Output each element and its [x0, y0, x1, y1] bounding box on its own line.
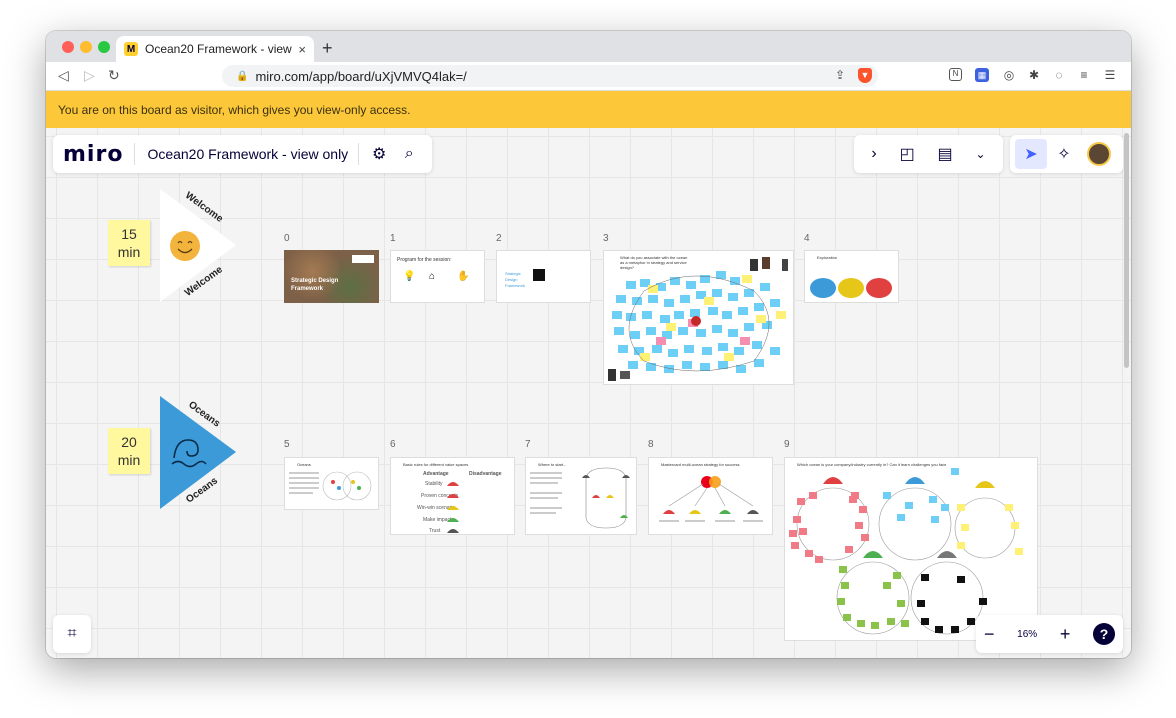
timer-sticky-welcome[interactable]: 15 min: [108, 220, 150, 266]
maximize-window-button[interactable]: [98, 41, 110, 53]
board-tools-panel: › ◰ ▤ ⌄: [854, 135, 1003, 173]
notion-extension-icon[interactable]: N: [949, 68, 962, 81]
zoom-level[interactable]: 16%: [1017, 629, 1037, 640]
chevron-double-down-icon[interactable]: ⌄: [975, 147, 985, 161]
forward-icon[interactable]: ▷: [84, 67, 95, 84]
frame-3[interactable]: What do you associate with the ocean as …: [603, 250, 794, 385]
frame-7[interactable]: Where to start...: [525, 457, 637, 535]
url-text: miro.com/app/board/uXjVMVQ4lak=/: [255, 68, 467, 84]
frame-9[interactable]: Which ocean is your company/industry cur…: [784, 457, 1038, 641]
share-icon[interactable]: ⇪: [832, 68, 848, 84]
cursor-icon[interactable]: ➤: [1015, 139, 1047, 169]
framework-image: [533, 269, 545, 281]
board-name[interactable]: Ocean20 Framework - view only: [147, 146, 348, 162]
frame-1[interactable]: Program for the session: 💡 ⌂ ✋: [390, 250, 485, 303]
frame-2[interactable]: Strategic Design Framework: [496, 250, 591, 303]
ocean-association-notes: [608, 257, 788, 381]
frame-title: Strategic Design Framework: [505, 271, 526, 288]
privacy-extension-icon[interactable]: ◎: [1001, 68, 1017, 84]
divider: [134, 143, 136, 165]
collab-panel: ➤ ✧: [1010, 135, 1123, 173]
extensions-puzzle-icon[interactable]: ✱: [1026, 68, 1042, 84]
frame-index: 7: [525, 439, 531, 450]
frame-8[interactable]: Mastercard multi-ocean strategy for succ…: [648, 457, 773, 535]
logo-badge: [352, 255, 374, 263]
frame-index: 5: [284, 439, 290, 450]
frame-index: 2: [496, 233, 502, 244]
close-window-button[interactable]: [62, 41, 74, 53]
column-header: Advantage: [423, 471, 449, 477]
zoom-controls: − 16% + ?: [976, 615, 1123, 653]
row-label: Trust: [429, 528, 441, 534]
frame-index: 8: [648, 439, 654, 450]
minutes-unit: min: [117, 244, 141, 260]
brave-shield-icon[interactable]: ▼: [858, 68, 872, 83]
frame-index: 0: [284, 233, 290, 244]
frame-5[interactable]: Oceans: [284, 457, 379, 510]
frame-index: 9: [784, 439, 790, 450]
minimize-window-button[interactable]: [80, 41, 92, 53]
lock-icon: 🔒: [236, 70, 249, 82]
exploration-bubbles: [810, 278, 892, 298]
avatar[interactable]: [1087, 142, 1111, 166]
oceans-diagram: [289, 471, 372, 501]
timer-sticky-oceans[interactable]: 20 min: [108, 428, 150, 474]
divider: [358, 143, 360, 165]
minutes: 15: [121, 226, 137, 242]
notes-icon[interactable]: ▤: [938, 144, 953, 164]
tab-title: Ocean20 Framework - view onl: [145, 42, 292, 56]
settings-icon[interactable]: ⚙: [369, 144, 389, 164]
browser-window: M Ocean20 Framework - view onl × + ◁ ▷ ↻…: [46, 31, 1131, 658]
search-icon[interactable]: ⌕: [399, 145, 419, 163]
frame-title: Strategic Design Framework: [291, 278, 339, 292]
tab-strip: M Ocean20 Framework - view onl × +: [46, 31, 1131, 62]
miro-board-canvas[interactable]: miro Ocean20 Framework - view only ⚙ ⌕ ›…: [46, 128, 1131, 658]
reload-icon[interactable]: ↻: [108, 67, 120, 84]
back-icon[interactable]: ◁: [58, 67, 69, 84]
help-button[interactable]: ?: [1092, 623, 1115, 645]
present-icon[interactable]: ◰: [900, 144, 915, 164]
row-label: Stability: [425, 481, 443, 487]
chevron-right-icon[interactable]: ›: [871, 145, 876, 163]
column-header: Disadvantage: [469, 471, 502, 477]
wave-icons: [447, 482, 459, 533]
zoom-out-icon[interactable]: −: [984, 624, 995, 645]
miro-favicon-icon: M: [124, 42, 138, 56]
frame-0[interactable]: Strategic Design Framework: [284, 250, 379, 303]
browser-toolbar: ◁ ▷ ↻ 🔒 miro.com/app/board/uXjVMVQ4lak=/…: [46, 62, 1131, 91]
tab-close-icon[interactable]: ×: [298, 42, 306, 57]
ocean-clusters: [789, 468, 1023, 635]
new-tab-icon[interactable]: +: [322, 38, 333, 59]
house-icon: ⌂: [429, 271, 436, 282]
grid-extension-icon[interactable]: ▦: [975, 68, 989, 82]
frame-index: 1: [390, 233, 396, 244]
frame-icon: ⌗: [67, 625, 77, 642]
miro-logo[interactable]: miro: [63, 142, 123, 167]
frame-4[interactable]: Exploration: [804, 250, 899, 303]
frame-6[interactable]: Basic rules for different value spaces A…: [390, 457, 515, 535]
minutes: 20: [121, 434, 137, 450]
view-only-banner: You are on this board as visitor, which …: [46, 91, 1131, 128]
mastercard-strategy-diagram: [659, 476, 763, 522]
board-title-panel: miro Ocean20 Framework - view only ⚙ ⌕: [53, 135, 432, 173]
sync-icon[interactable]: ◌: [1051, 68, 1067, 84]
minutes-unit: min: [117, 452, 141, 468]
frame-index: 4: [804, 233, 810, 244]
lightbulb-icon: 💡: [403, 271, 416, 282]
zoom-in-icon[interactable]: +: [1060, 624, 1071, 645]
celebrate-icon[interactable]: ✧: [1047, 144, 1081, 164]
browser-menu-icon[interactable]: ☰: [1102, 68, 1118, 84]
where-to-start-diagram: [530, 467, 630, 529]
frames-panel-button[interactable]: ⌗: [53, 615, 91, 653]
hand-icon: ✋: [457, 271, 470, 282]
frame-title: Program for the session:: [397, 257, 452, 263]
frame-title: Basic rules for different value spaces: [403, 462, 469, 467]
address-bar[interactable]: 🔒 miro.com/app/board/uXjVMVQ4lak=/: [222, 65, 878, 87]
playlist-icon[interactable]: ≡: [1076, 68, 1092, 84]
frame-index: 3: [603, 233, 609, 244]
vertical-scrollbar[interactable]: [1124, 133, 1129, 368]
banner-text: You are on this board as visitor, which …: [58, 102, 411, 117]
frame-index: 6: [390, 439, 396, 450]
browser-tab[interactable]: M Ocean20 Framework - view onl ×: [116, 36, 314, 62]
